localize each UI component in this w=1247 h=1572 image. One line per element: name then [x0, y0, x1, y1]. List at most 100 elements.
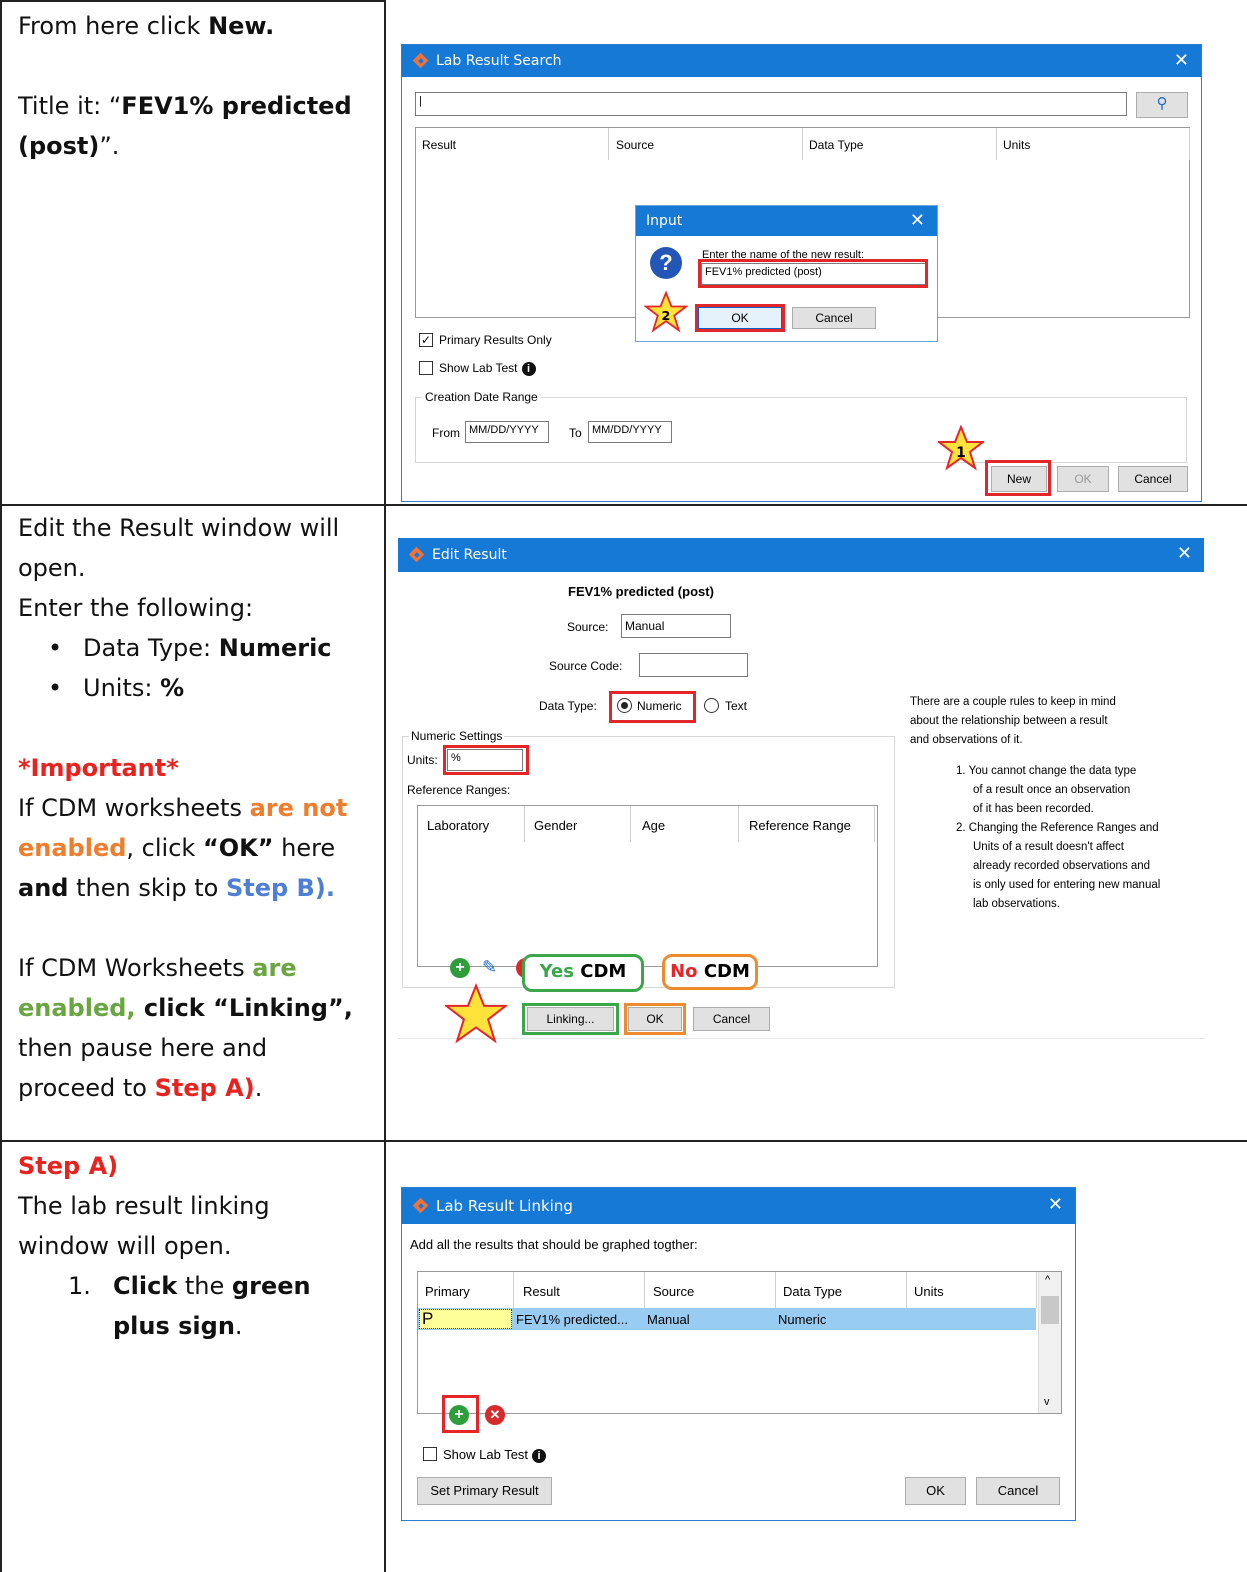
source-field[interactable]: Manual — [621, 614, 731, 638]
highlight-linking — [522, 1003, 619, 1035]
step-2-star-icon: 2 — [644, 291, 688, 333]
search-button[interactable]: ⚲ — [1136, 92, 1188, 118]
show-lab-test-label: Show Lab Test — [443, 1447, 529, 1462]
rule-2: 2. Changing the Reference Ranges and Uni… — [956, 822, 1161, 910]
to-date-field[interactable]: MM/DD/YYYY — [588, 421, 672, 443]
step-1-star-icon: 1 — [938, 425, 984, 471]
row1-instructions: From here click New. Title it: “FEV1% pr… — [18, 12, 352, 160]
highlight-name-input — [698, 259, 928, 288]
title-bar: Lab Result Search ✕ — [402, 45, 1201, 77]
input-dialog: Input ✕ ? Enter the name of the new resu… — [635, 205, 938, 342]
column-header-age[interactable]: Age — [642, 818, 665, 833]
ok-button[interactable]: OK — [905, 1477, 966, 1505]
primary-cell[interactable]: P — [419, 1309, 512, 1329]
show-lab-test-checkbox[interactable] — [419, 361, 433, 375]
no-cdm-callout: No CDM — [662, 954, 758, 990]
remove-icon[interactable]: ✕ — [485, 1405, 505, 1425]
show-lab-test-label: Show Lab Test — [439, 361, 518, 375]
title-bar: Lab Result Linking ✕ — [402, 1188, 1075, 1224]
app-icon — [412, 1197, 430, 1215]
column-header-reference-range[interactable]: Reference Range — [749, 818, 851, 833]
highlight-units — [443, 745, 529, 775]
title-bar: Edit Result ✕ — [398, 538, 1204, 572]
lab-result-linking-window: Lab Result Linking ✕ Add all the results… — [401, 1187, 1076, 1521]
rules-intro: There are a couple rules to keep in mind… — [910, 696, 1116, 746]
column-header-result[interactable]: Result — [523, 1284, 560, 1299]
info-icon[interactable]: i — [521, 361, 536, 376]
column-header-data-type[interactable]: Data Type — [783, 1284, 842, 1299]
column-header-units[interactable]: Units — [914, 1284, 944, 1299]
column-header-data-type[interactable]: Data Type — [809, 138, 863, 152]
lab-result-search-window: Lab Result Search ✕ | ⚲ Result Source Da… — [401, 44, 1202, 502]
column-header-source[interactable]: Source — [653, 1284, 694, 1299]
cancel-button[interactable]: Cancel — [976, 1477, 1060, 1505]
app-icon — [412, 52, 430, 70]
linking-star-icon — [445, 983, 507, 1044]
app-icon — [408, 546, 426, 564]
window-title: Lab Result Linking — [436, 1197, 573, 1215]
column-header-gender[interactable]: Gender — [534, 818, 577, 833]
add-range-icon[interactable]: + — [450, 958, 470, 978]
text-radio[interactable] — [704, 698, 719, 713]
input-cancel-button[interactable]: Cancel — [792, 307, 876, 329]
column-header-laboratory[interactable]: Laboratory — [427, 818, 489, 833]
svg-text:2: 2 — [662, 309, 671, 324]
highlight-new-button — [985, 460, 1051, 496]
input-title: Input — [646, 213, 683, 229]
reference-ranges-label: Reference Ranges: — [407, 783, 511, 797]
dialog-bottom-rule — [398, 1038, 1204, 1039]
source-code-field[interactable] — [639, 653, 748, 677]
to-label: To — [569, 426, 582, 440]
close-icon[interactable]: ✕ — [910, 210, 925, 231]
question-icon: ? — [650, 247, 682, 279]
table-row-divider-2 — [0, 1140, 1247, 1142]
units-label: Units: — [407, 753, 438, 767]
text-label: Text — [725, 699, 748, 713]
source-label: Source: — [567, 620, 609, 634]
scroll-thumb[interactable] — [1041, 1296, 1059, 1324]
table-row[interactable]: P FEV1% predicted... Manual Numeric — [418, 1308, 1036, 1330]
search-input[interactable]: | — [415, 92, 1127, 116]
source-cell: Manual — [647, 1312, 690, 1327]
window-title: Edit Result — [432, 547, 507, 563]
primary-results-only-checkbox[interactable]: ✓ — [419, 333, 433, 347]
highlight-numeric — [609, 691, 696, 723]
linking-instruction: Add all the results that should be graph… — [410, 1237, 698, 1252]
yes-cdm-callout: Yes CDM — [522, 954, 644, 992]
vertical-scrollbar[interactable]: ^ v — [1038, 1272, 1061, 1413]
show-lab-test-checkbox[interactable] — [423, 1447, 437, 1461]
edit-result-window: Edit Result ✕ FEV1% predicted (post) Sou… — [398, 538, 1204, 1048]
column-header-source[interactable]: Source — [616, 138, 654, 152]
data-type-cell: Numeric — [778, 1312, 827, 1327]
highlight-input-ok — [695, 304, 785, 332]
from-label: From — [432, 426, 460, 440]
linked-results-grid[interactable]: Primary Result Source Data Type Units P … — [417, 1271, 1062, 1414]
edit-pencil-icon[interactable]: ✎ — [482, 957, 504, 979]
source-code-label: Source Code: — [549, 659, 623, 673]
close-icon[interactable]: ✕ — [1174, 50, 1189, 71]
column-header-result[interactable]: Result — [422, 138, 456, 152]
table-border-left — [0, 0, 2, 1572]
creation-date-range-label: Creation Date Range — [422, 390, 541, 404]
scroll-down-icon[interactable]: v — [1044, 1396, 1050, 1408]
primary-results-only-label: Primary Results Only — [439, 333, 552, 347]
highlight-ok — [624, 1003, 686, 1035]
reference-ranges-grid[interactable]: Laboratory Gender Age Reference Range — [417, 805, 878, 967]
result-cell: FEV1% predicted... — [516, 1312, 628, 1327]
info-icon[interactable]: i — [532, 1448, 547, 1463]
column-header-primary[interactable]: Primary — [425, 1284, 470, 1299]
highlight-green-plus — [442, 1395, 479, 1433]
numeric-settings-label: Numeric Settings — [409, 729, 505, 743]
table-border-top — [0, 0, 386, 2]
cancel-button[interactable]: Cancel — [693, 1007, 770, 1031]
set-primary-result-button[interactable]: Set Primary Result — [417, 1477, 552, 1505]
close-icon[interactable]: ✕ — [1177, 543, 1192, 564]
data-type-label: Data Type: — [539, 699, 597, 713]
cancel-button[interactable]: Cancel — [1118, 466, 1188, 492]
from-date-field[interactable]: MM/DD/YYYY — [465, 421, 549, 443]
search-icon: ⚲ — [1156, 95, 1168, 112]
close-icon[interactable]: ✕ — [1048, 1194, 1063, 1215]
scroll-up-icon[interactable]: ^ — [1045, 1274, 1050, 1286]
column-header-units[interactable]: Units — [1003, 138, 1030, 152]
ok-button-disabled[interactable]: OK — [1057, 466, 1109, 492]
